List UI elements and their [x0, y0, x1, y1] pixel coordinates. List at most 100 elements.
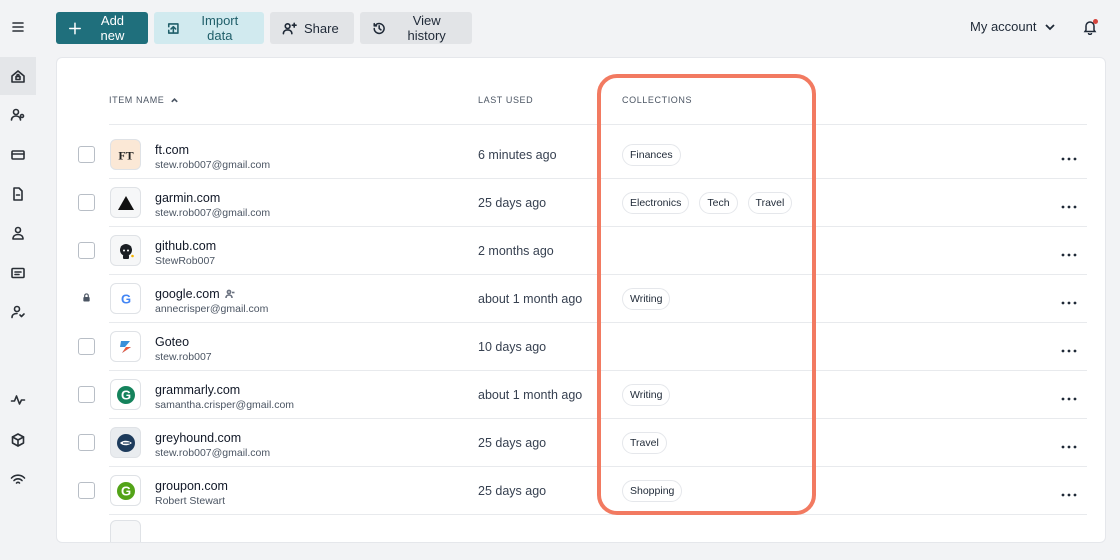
nav-contacts[interactable]	[0, 293, 36, 331]
table-row[interactable]: garmin.com stew.rob007@gmail.com 25 days…	[57, 179, 1105, 227]
header-collections[interactable]: COLLECTIONS	[622, 95, 692, 105]
row-more-button[interactable]	[1061, 148, 1079, 161]
row-checkbox[interactable]	[78, 146, 95, 163]
wifi-shield-icon	[10, 474, 26, 484]
share-users-icon	[282, 22, 297, 34]
person-icon	[12, 226, 24, 240]
row-more-button[interactable]	[1061, 388, 1079, 401]
item-name: grammarly.com	[155, 383, 241, 397]
shared-users-icon	[10, 108, 25, 121]
goteo-logo-icon	[110, 331, 141, 362]
garmin-logo-icon	[110, 187, 141, 218]
row-checkbox[interactable]	[78, 242, 95, 259]
plus-icon	[69, 22, 81, 34]
notifications-button[interactable]	[1082, 19, 1098, 36]
row-more-button[interactable]	[1061, 244, 1079, 257]
nav-ids[interactable]	[0, 254, 36, 292]
table-row[interactable]: G groupon.com Robert Stewart 25 days ago…	[57, 467, 1105, 515]
header-last-used[interactable]: LAST USED	[478, 95, 533, 105]
nav-personal-info[interactable]	[0, 214, 36, 252]
collection-tag[interactable]: Finances	[622, 144, 681, 166]
item-username: stew.rob007@gmail.com	[155, 159, 271, 171]
collection-tag[interactable]: Travel	[747, 192, 793, 214]
nav-security-dashboard[interactable]	[0, 381, 36, 419]
table-row[interactable]: github.com StewRob007 2 months ago	[57, 227, 1105, 275]
item-last-used: 25 days ago	[478, 436, 547, 450]
more-dots-icon	[1061, 301, 1077, 305]
header-collections-label: COLLECTIONS	[622, 95, 693, 105]
groupon-logo-icon: G	[110, 475, 141, 506]
collection-tag[interactable]: Writing	[622, 288, 671, 310]
more-dots-icon	[1061, 205, 1077, 209]
item-last-used: about 1 month ago	[478, 292, 583, 306]
nav-vault[interactable]	[0, 57, 36, 95]
item-name: groupon.com	[155, 479, 228, 493]
nav-vpn[interactable]	[0, 460, 36, 498]
import-icon	[167, 22, 179, 34]
header-divider	[109, 124, 1087, 125]
google-logo-icon: G	[110, 283, 141, 314]
collection-tag[interactable]: Writing	[622, 384, 671, 406]
document-icon	[13, 187, 23, 201]
item-username: stew.rob007	[155, 351, 212, 363]
more-dots-icon	[1061, 157, 1077, 161]
nav-sharing[interactable]	[0, 96, 36, 134]
table-row[interactable]: Goteo stew.rob007 10 days ago	[57, 323, 1105, 371]
pulse-activity-icon	[10, 395, 26, 405]
collection-tag[interactable]: Tech	[699, 192, 738, 214]
svg-text:FT: FT	[118, 148, 133, 162]
collection-tag[interactable]: Electronics	[622, 192, 690, 214]
view-history-button[interactable]: View history	[360, 12, 472, 44]
row-more-button[interactable]	[1061, 436, 1079, 449]
greyhound-logo-icon	[110, 427, 141, 458]
history-clock-icon	[373, 22, 385, 34]
row-checkbox[interactable]	[78, 338, 95, 355]
row-more-button[interactable]	[1061, 292, 1079, 305]
row-more-button[interactable]	[1061, 484, 1079, 497]
row-checkbox[interactable]	[78, 482, 95, 499]
item-name: Goteo	[155, 335, 190, 349]
svg-text:G: G	[120, 291, 130, 306]
cube-icon	[11, 433, 25, 447]
add-new-button[interactable]: Add new	[56, 12, 148, 44]
item-name: github.com	[155, 239, 217, 253]
table-row-partial[interactable]	[57, 515, 1105, 542]
collection-tags: Travel	[622, 432, 667, 454]
share-button[interactable]: Share	[270, 12, 354, 44]
header-item-name[interactable]: ITEM NAME	[109, 95, 179, 105]
header-last-used-label: LAST USED	[478, 95, 534, 105]
import-data-button[interactable]: Import data	[154, 12, 264, 44]
share-label: Share	[304, 20, 339, 36]
collection-tag[interactable]: Travel	[622, 432, 667, 454]
menu-toggle-button[interactable]	[0, 8, 36, 46]
grammarly-logo-icon: G	[110, 379, 141, 410]
item-last-used: 25 days ago	[478, 484, 547, 498]
row-more-button[interactable]	[1061, 196, 1079, 209]
svg-text:G: G	[120, 387, 130, 402]
more-dots-icon	[1061, 445, 1077, 449]
row-more-button[interactable]	[1061, 340, 1079, 353]
collection-tag[interactable]: Shopping	[622, 480, 683, 502]
collection-tags: Finances	[622, 144, 681, 166]
item-username: samantha.crisper@gmail.com	[155, 399, 295, 411]
credit-card-icon	[11, 150, 25, 160]
table-row[interactable]: FT ft.com stew.rob007@gmail.com 6 minute…	[57, 131, 1105, 179]
row-checkbox[interactable]	[78, 434, 95, 451]
table-row[interactable]: G google.com annecrisper@gmail.com about…	[57, 275, 1105, 323]
more-dots-icon	[1061, 349, 1077, 353]
collection-tags: Shopping	[622, 480, 683, 502]
my-account-dropdown[interactable]: My account	[970, 19, 1056, 34]
row-checkbox[interactable]	[78, 194, 95, 211]
table-row[interactable]: greyhound.com stew.rob007@gmail.com 25 d…	[57, 419, 1105, 467]
item-last-used: 6 minutes ago	[478, 148, 557, 162]
nav-notes[interactable]	[0, 175, 36, 213]
nav-payments[interactable]	[0, 136, 36, 174]
sort-ascending-icon	[171, 97, 179, 102]
table-row[interactable]: G grammarly.com samantha.crisper@gmail.c…	[57, 371, 1105, 419]
row-checkbox[interactable]	[78, 386, 95, 403]
nav-tools[interactable]	[0, 421, 36, 459]
item-last-used: 2 months ago	[478, 244, 554, 258]
lock-icon	[83, 293, 90, 302]
shared-item-icon	[224, 289, 235, 299]
partial-logo-icon	[110, 520, 141, 542]
